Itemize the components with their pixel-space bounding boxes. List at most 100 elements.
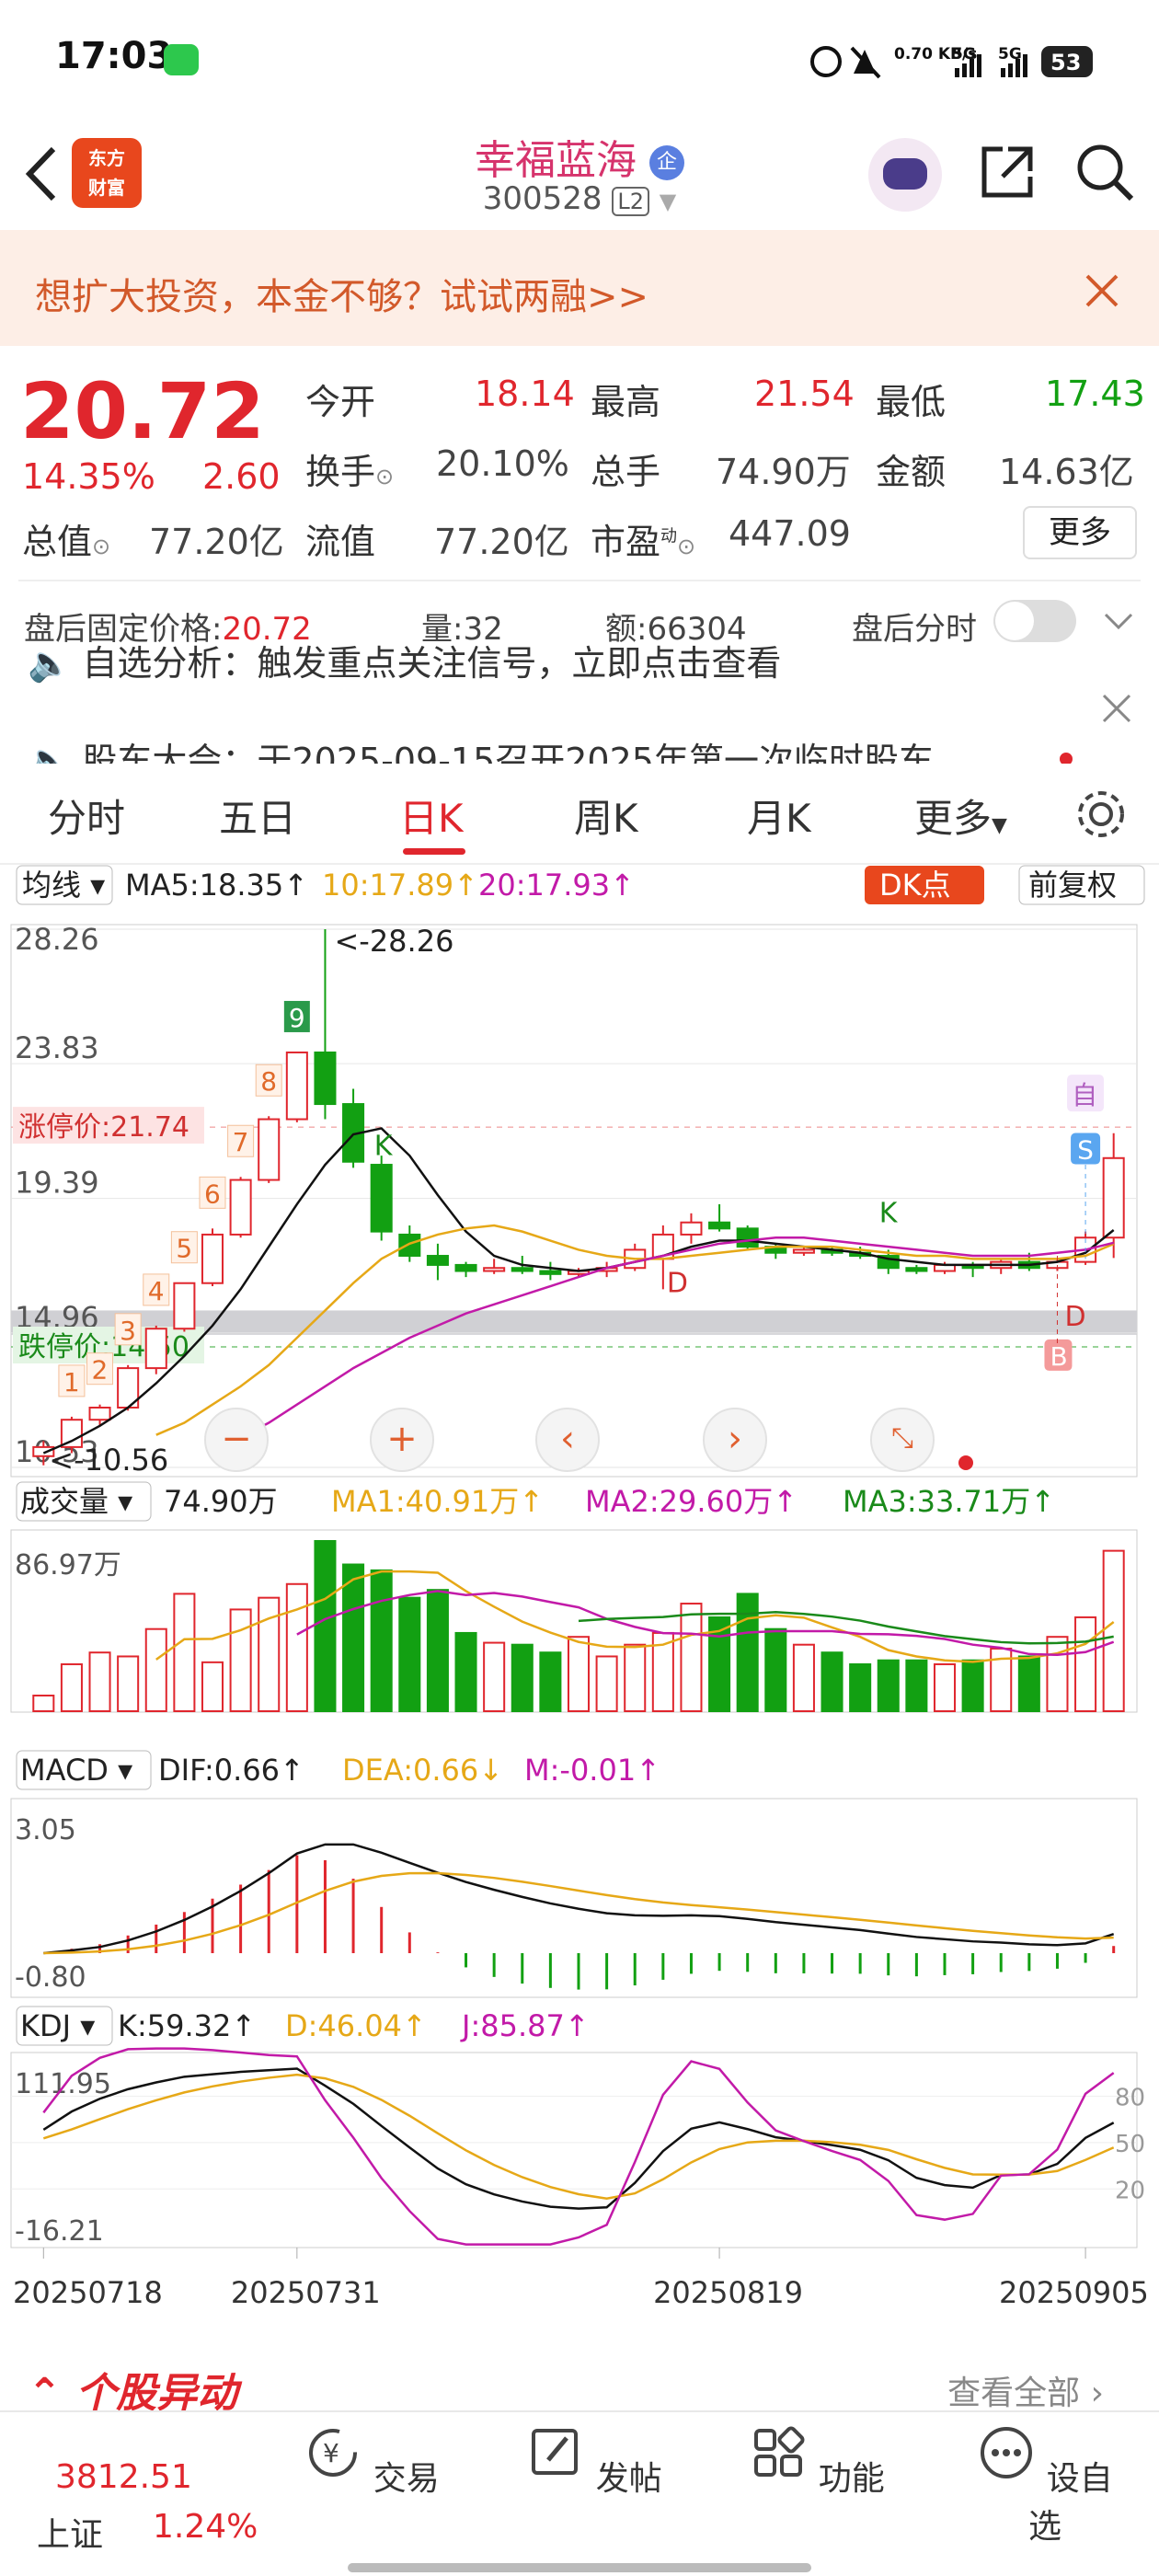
fullscreen-icon[interactable]: ⤡	[870, 1408, 935, 1472]
macd-ybot: -0.80	[15, 1961, 86, 1994]
s-mark: S	[1077, 1135, 1094, 1166]
ma10-label: 10:17.89↑	[322, 868, 478, 903]
tab-five-day[interactable]: 五日	[219, 788, 296, 844]
volume-bar	[314, 1540, 337, 1712]
ma5-label: MA5:18.35↑	[125, 868, 308, 903]
kline-chart-area[interactable]: 均线 ▾ MA5:18.35↑ 10:17.89↑ 20:17.93↑ DK点 前复权 28…	[0, 860, 1159, 2332]
promo-banner[interactable]: 想扩大投资，本金不够？试试两融>>	[0, 230, 1159, 346]
nav-watchlist[interactable]: 设自选	[971, 2423, 1119, 2547]
nav-post[interactable]: 发帖	[521, 2423, 668, 2500]
macd-panel-frame	[10, 1798, 1138, 1998]
seq-label: 9	[289, 1003, 305, 1033]
volume-bar	[1102, 1549, 1125, 1713]
dif-label: DIF:0.66↑	[158, 1753, 304, 1788]
mcap-value: 77.20亿	[149, 522, 284, 562]
volume-bar	[567, 1636, 591, 1712]
chevron-down-icon[interactable]: ▼	[660, 189, 676, 214]
volume-value: 74.90万	[716, 452, 851, 492]
seq-label: 5	[176, 1234, 192, 1264]
volume-ymax: 86.97万	[15, 1549, 121, 1581]
volume-bar	[820, 1651, 843, 1713]
gear-icon[interactable]	[1073, 786, 1130, 843]
kdj-ref-label: 50	[1115, 2131, 1145, 2158]
status-icons: 0.70 KB/s 5G 5G 53	[809, 40, 1122, 88]
kdj-ytop: 111.95	[15, 2068, 111, 2100]
notice-item[interactable]: 🔈 自选分析：触发重点关注信号，立即点击查看	[28, 644, 781, 685]
more-button[interactable]: 更多	[1023, 506, 1137, 559]
volume-bar	[1046, 1636, 1069, 1712]
seq-label: 4	[148, 1276, 165, 1306]
level-badge: L2	[612, 187, 649, 216]
battery-level: 53	[1050, 50, 1081, 75]
candle	[454, 1261, 477, 1278]
after-hours-price: 盘后固定价格:20.72	[24, 611, 312, 648]
date-label: 20250819	[653, 2275, 803, 2310]
volume-bar	[117, 1655, 140, 1713]
vol-ma1: MA1:40.91万↑	[331, 1484, 544, 1519]
volume-bar	[1074, 1616, 1097, 1712]
macd-selector-label: MACD ▾	[20, 1753, 132, 1788]
robot-avatar-icon[interactable]	[868, 138, 942, 212]
nav-functions[interactable]: 功能	[743, 2423, 890, 2500]
close-icon[interactable]	[1098, 690, 1135, 727]
adjust-label: 前复权	[1028, 868, 1117, 903]
dea-line	[43, 1871, 1114, 1955]
yen-icon: ¥	[309, 2429, 358, 2477]
tab-daily-k[interactable]: 日K	[399, 788, 464, 844]
volume-bar	[539, 1651, 562, 1713]
price-panel-frame	[10, 924, 1138, 1478]
speaker-icon: 🔈	[28, 741, 72, 764]
k-mark: K	[879, 1198, 899, 1230]
candle	[258, 1116, 281, 1183]
view-all-link[interactable]: 查看全部 ›	[947, 2366, 1104, 2414]
last-price: 20.72	[20, 366, 265, 456]
volume-bar	[285, 1582, 308, 1712]
m-label: M:-0.01↑	[524, 1753, 660, 1788]
low-value: 17.43	[1045, 374, 1145, 414]
status-bar: 17:03 0.70 KB/s 5G 5G 53	[0, 0, 1159, 120]
candle	[285, 1051, 308, 1122]
volume-bar	[624, 1643, 647, 1713]
candle	[483, 1259, 506, 1274]
share-icon[interactable]	[975, 140, 1039, 204]
seq-label: 7	[233, 1127, 249, 1157]
turnover-value: 20.10%	[436, 443, 569, 484]
zoom-in-button[interactable]: +	[370, 1408, 434, 1472]
volume-bar	[595, 1655, 618, 1713]
tab-weekly-k[interactable]: 周K	[574, 788, 638, 844]
volume-bar	[258, 1596, 281, 1713]
chevron-down-icon[interactable]	[1100, 607, 1137, 635]
notice-item[interactable]: 🔈 股东大会：于2025-09-15召开2025年第一次临时股东	[28, 732, 934, 764]
pan-right-button[interactable]: ›	[703, 1408, 767, 1472]
seq-label: 1	[63, 1367, 80, 1397]
tab-monthly-k[interactable]: 月K	[747, 788, 811, 844]
volume-bar	[32, 1694, 55, 1713]
zoom-out-button[interactable]: −	[204, 1408, 269, 1472]
tab-timeshare[interactable]: 分时	[48, 788, 125, 844]
pan-left-button[interactable]: ‹	[535, 1408, 600, 1472]
nav-trade[interactable]: ¥ 交易	[298, 2423, 445, 2500]
index-name[interactable]: 上证	[37, 2508, 103, 2556]
volume-bar	[849, 1662, 872, 1712]
macd-ytop: 3.05	[15, 1814, 76, 1846]
timeshare-toggle[interactable]	[993, 600, 1076, 642]
amount-value: 14.63亿	[999, 452, 1134, 492]
candle	[708, 1203, 731, 1232]
date-label: 20250905	[999, 2275, 1149, 2310]
speaker-icon: 🔈	[28, 644, 72, 684]
search-icon[interactable]	[1073, 140, 1137, 204]
change-value: 2.60	[202, 456, 281, 497]
tab-more[interactable]: 更多▼	[914, 788, 1007, 844]
d-mark: D	[1064, 1301, 1085, 1333]
seq-label: 6	[204, 1179, 221, 1209]
index-value[interactable]: 3812.51	[55, 2458, 192, 2496]
candle	[370, 1156, 393, 1241]
close-icon[interactable]	[1082, 270, 1122, 311]
kline-svg[interactable]: 均线 ▾ MA5:18.35↑ 10:17.89↑ 20:17.93↑ DK点 前复权28…	[0, 860, 1159, 2332]
candle	[426, 1243, 449, 1281]
kdj-ybot: -16.21	[15, 2215, 104, 2248]
volume-bar	[905, 1659, 928, 1713]
candle	[173, 1282, 196, 1332]
volume-bar	[426, 1589, 449, 1713]
date-label: 20250718	[13, 2275, 163, 2310]
